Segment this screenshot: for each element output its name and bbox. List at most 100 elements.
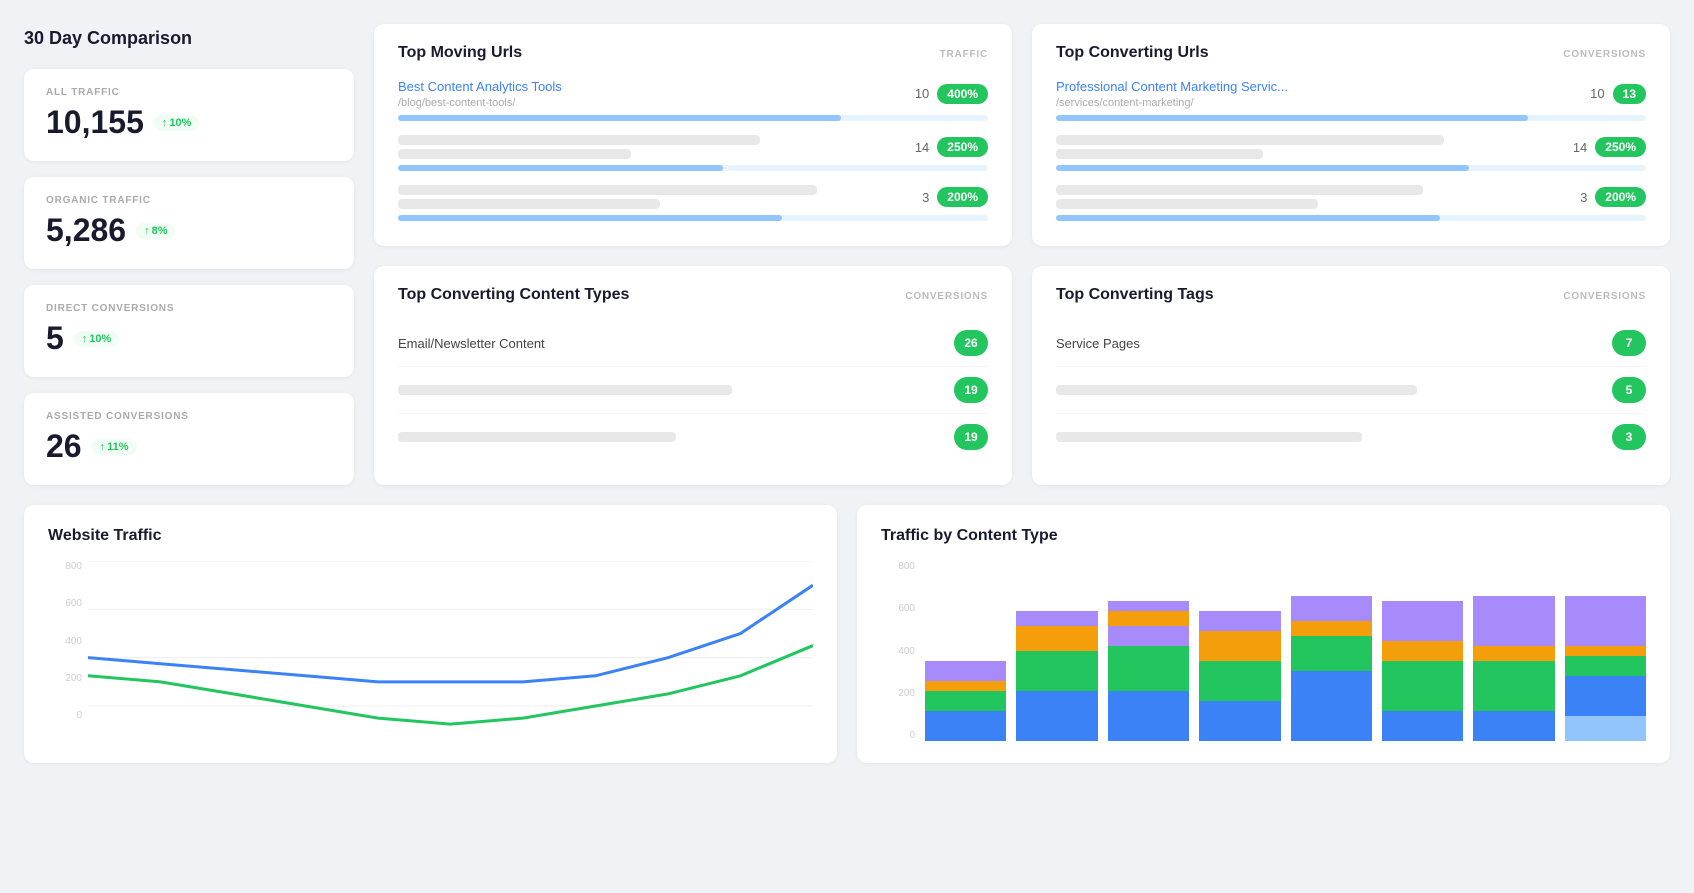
top-converting-tags-header: Top Converting Tags CONVERSIONS bbox=[1056, 286, 1646, 304]
skeleton-line bbox=[1056, 149, 1263, 159]
bar-segment bbox=[1565, 676, 1646, 716]
top-converting-tags-title: Top Converting Tags bbox=[1056, 286, 1214, 304]
bar-segment bbox=[1016, 651, 1097, 691]
url-row-top: 3 200% bbox=[1056, 185, 1646, 209]
url-link[interactable]: Professional Content Marketing Servic... bbox=[1056, 79, 1288, 94]
top-moving-urls-card: Top Moving Urls TRAFFIC Best Content Ana… bbox=[374, 24, 1012, 246]
progress-bar-wrap bbox=[398, 215, 988, 221]
bar-segment bbox=[925, 661, 1006, 681]
all-traffic-number: 10,155 bbox=[46, 104, 144, 141]
tag-label: Service Pages bbox=[1056, 336, 1140, 351]
bar-segment bbox=[1108, 691, 1189, 741]
progress-bar-wrap bbox=[398, 165, 988, 171]
bar-segment bbox=[1291, 636, 1372, 671]
skeleton-line bbox=[398, 135, 760, 145]
skeleton-line bbox=[1056, 432, 1362, 442]
url-count: 3 bbox=[1580, 190, 1587, 205]
top-moving-urls-meta: TRAFFIC bbox=[940, 49, 988, 60]
content-type-count: 26 bbox=[954, 330, 988, 356]
url-right: 3 200% bbox=[1580, 187, 1646, 207]
bar-segment bbox=[1382, 711, 1463, 741]
url-skeleton-lines bbox=[398, 185, 922, 209]
top-converting-tags-meta: CONVERSIONS bbox=[1563, 291, 1646, 302]
bar-stack bbox=[1565, 596, 1646, 741]
bar-stack bbox=[1108, 601, 1189, 741]
assisted-conversions-number: 26 bbox=[46, 428, 82, 465]
page-title: 30 Day Comparison bbox=[24, 24, 354, 53]
bar-segment bbox=[1108, 611, 1189, 626]
content-row: 19 bbox=[398, 414, 988, 460]
bar-col bbox=[1473, 596, 1554, 741]
assisted-conversions-card: ASSISTED CONVERSIONS 26 11% bbox=[24, 393, 354, 485]
content-type-count: 19 bbox=[954, 377, 988, 403]
url-badge: 400% bbox=[937, 84, 988, 104]
bar-segment bbox=[1199, 611, 1280, 631]
url-right: 3 200% bbox=[922, 187, 988, 207]
bar-segment bbox=[1382, 601, 1463, 641]
url-badge: 200% bbox=[1595, 187, 1646, 207]
bar-chart-container: 800 600 400 200 0 bbox=[881, 561, 1646, 741]
url-row-top: 14 250% bbox=[398, 135, 988, 159]
website-traffic-title: Website Traffic bbox=[48, 527, 813, 545]
bar-segment bbox=[925, 711, 1006, 741]
url-row: 14 250% bbox=[1056, 135, 1646, 171]
url-row: 3 200% bbox=[398, 185, 988, 221]
website-traffic-chart-area: 800 600 400 200 0 bbox=[48, 561, 813, 741]
progress-bar bbox=[1056, 215, 1440, 221]
skeleton-placeholder bbox=[1056, 432, 1612, 442]
website-traffic-chart-card: Website Traffic 800 600 400 200 0 bbox=[24, 505, 837, 763]
bar-stack bbox=[1473, 596, 1554, 741]
url-badge: 250% bbox=[937, 137, 988, 157]
url-link[interactable]: Best Content Analytics Tools bbox=[398, 79, 562, 94]
organic-traffic-badge: 8% bbox=[136, 223, 175, 239]
content-row: 3 bbox=[1056, 414, 1646, 460]
url-count: 10 bbox=[1590, 86, 1604, 101]
progress-bar bbox=[398, 215, 782, 221]
traffic-by-content-type-title: Traffic by Content Type bbox=[881, 527, 1646, 545]
bar-stack bbox=[1016, 611, 1097, 741]
url-row-top: 3 200% bbox=[398, 185, 988, 209]
tag-count: 5 bbox=[1612, 377, 1646, 403]
url-count: 3 bbox=[922, 190, 929, 205]
y-label: 400 bbox=[65, 636, 82, 647]
url-count: 10 bbox=[915, 86, 929, 101]
skeleton-placeholder bbox=[398, 432, 954, 442]
direct-conversions-badge: 10% bbox=[74, 331, 120, 347]
bar-stack bbox=[1382, 601, 1463, 741]
progress-bar-wrap bbox=[398, 115, 988, 121]
url-sub: /blog/best-content-tools/ bbox=[398, 97, 562, 109]
url-right: 14 250% bbox=[1573, 137, 1646, 157]
all-traffic-value-row: 10,155 10% bbox=[46, 104, 332, 141]
url-row: Best Content Analytics Tools /blog/best-… bbox=[398, 78, 988, 121]
bar-col bbox=[1108, 601, 1189, 741]
top-converting-content-types-title: Top Converting Content Types bbox=[398, 286, 629, 304]
line-chart-svg bbox=[88, 561, 813, 741]
direct-conversions-card: DIRECT CONVERSIONS 5 10% bbox=[24, 285, 354, 377]
top-converting-content-types-header: Top Converting Content Types CONVERSIONS bbox=[398, 286, 988, 304]
bar-stack bbox=[1199, 611, 1280, 741]
direct-conversions-number: 5 bbox=[46, 320, 64, 357]
url-row-top: Best Content Analytics Tools /blog/best-… bbox=[398, 78, 988, 109]
bar-segment bbox=[1108, 626, 1189, 646]
bar-segment bbox=[1473, 711, 1554, 741]
bar-segment bbox=[1565, 646, 1646, 656]
url-skeleton-lines bbox=[398, 135, 915, 159]
top-converting-urls-title: Top Converting Urls bbox=[1056, 44, 1209, 62]
top-moving-urls-header: Top Moving Urls TRAFFIC bbox=[398, 44, 988, 62]
url-info: Best Content Analytics Tools /blog/best-… bbox=[398, 78, 562, 109]
bar-segment bbox=[1473, 646, 1554, 661]
bar-segment bbox=[1382, 641, 1463, 661]
tag-count: 7 bbox=[1612, 330, 1646, 356]
bar-segment bbox=[1291, 671, 1372, 741]
assisted-conversions-label: ASSISTED CONVERSIONS bbox=[46, 411, 332, 422]
top-converting-content-types-meta: CONVERSIONS bbox=[905, 291, 988, 302]
all-traffic-badge: 10% bbox=[154, 115, 200, 131]
left-column: 30 Day Comparison ALL TRAFFIC 10,155 10%… bbox=[24, 24, 354, 485]
organic-traffic-number: 5,286 bbox=[46, 212, 126, 249]
all-traffic-card: ALL TRAFFIC 10,155 10% bbox=[24, 69, 354, 161]
bar-segment bbox=[1565, 716, 1646, 741]
content-type-label: Email/Newsletter Content bbox=[398, 336, 545, 351]
bar-segment bbox=[925, 681, 1006, 691]
top-converting-urls-meta: CONVERSIONS bbox=[1563, 49, 1646, 60]
bar-segment bbox=[1473, 596, 1554, 646]
